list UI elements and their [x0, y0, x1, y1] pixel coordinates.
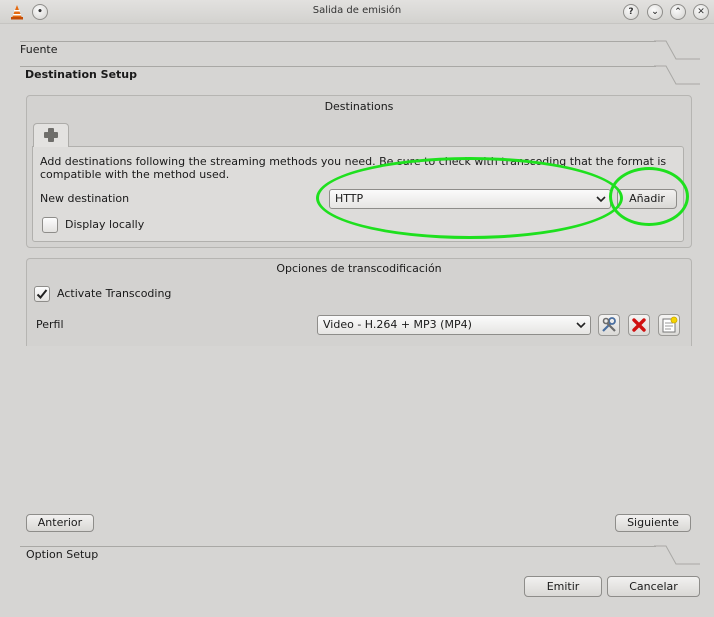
activate-transcoding-label: Activate Transcoding — [57, 287, 172, 300]
profile-select-value: Video - H.264 + MP3 (MP4) — [323, 318, 472, 331]
destinations-description: Add destinations following the streaming… — [40, 155, 667, 181]
section-destination-setup[interactable]: Destination Setup — [25, 68, 137, 90]
emit-button[interactable]: Emitir — [524, 576, 602, 597]
wrench-icon — [602, 317, 616, 332]
add-destination-button[interactable]: Añadir — [617, 189, 677, 209]
plus-icon — [44, 128, 58, 142]
destination-select-value: HTTP — [335, 192, 364, 205]
section-tab-curve — [654, 65, 700, 85]
section-source[interactable]: Fuente — [20, 43, 58, 65]
section-option-setup[interactable]: Option Setup — [26, 548, 98, 570]
cancel-button[interactable]: Cancelar — [607, 576, 700, 597]
display-locally-label: Display locally — [65, 218, 145, 231]
profile-label: Perfil — [36, 318, 64, 331]
destinations-group-title: Destinations — [324, 100, 394, 113]
close-icon[interactable]: ✕ — [693, 4, 709, 20]
edit-profile-button[interactable] — [598, 314, 620, 336]
title-bar: • Salida de emisión ? ⌄ ⌃ ✕ — [0, 0, 714, 24]
section-tab-curve — [654, 40, 700, 60]
new-destination-label: New destination — [40, 192, 130, 205]
chevron-down-icon — [576, 322, 586, 329]
new-profile-icon — [662, 316, 678, 333]
destination-select[interactable]: HTTP — [329, 189, 611, 209]
delete-icon — [632, 318, 646, 332]
section-divider — [20, 41, 656, 42]
new-profile-button[interactable] — [658, 314, 680, 336]
help-icon[interactable]: ? — [623, 4, 639, 20]
checkmark-icon — [36, 289, 48, 299]
section-tab-curve — [654, 545, 700, 565]
next-button[interactable]: Siguiente — [615, 514, 691, 532]
transcoding-group-title: Opciones de transcodificación — [276, 262, 442, 275]
previous-button[interactable]: Anterior — [26, 514, 94, 532]
minimize-icon[interactable]: ⌄ — [647, 4, 663, 20]
window-title: Salida de emisión — [312, 5, 402, 16]
chevron-down-icon — [596, 196, 606, 203]
section-divider — [20, 546, 656, 547]
activate-transcoding-checkbox[interactable] — [34, 286, 50, 302]
add-destination-tab[interactable] — [33, 123, 69, 147]
profile-select[interactable]: Video - H.264 + MP3 (MP4) — [317, 315, 591, 335]
display-locally-checkbox[interactable] — [42, 217, 58, 233]
delete-profile-button[interactable] — [628, 314, 650, 336]
maximize-icon[interactable]: ⌃ — [670, 4, 686, 20]
section-divider — [20, 66, 656, 67]
